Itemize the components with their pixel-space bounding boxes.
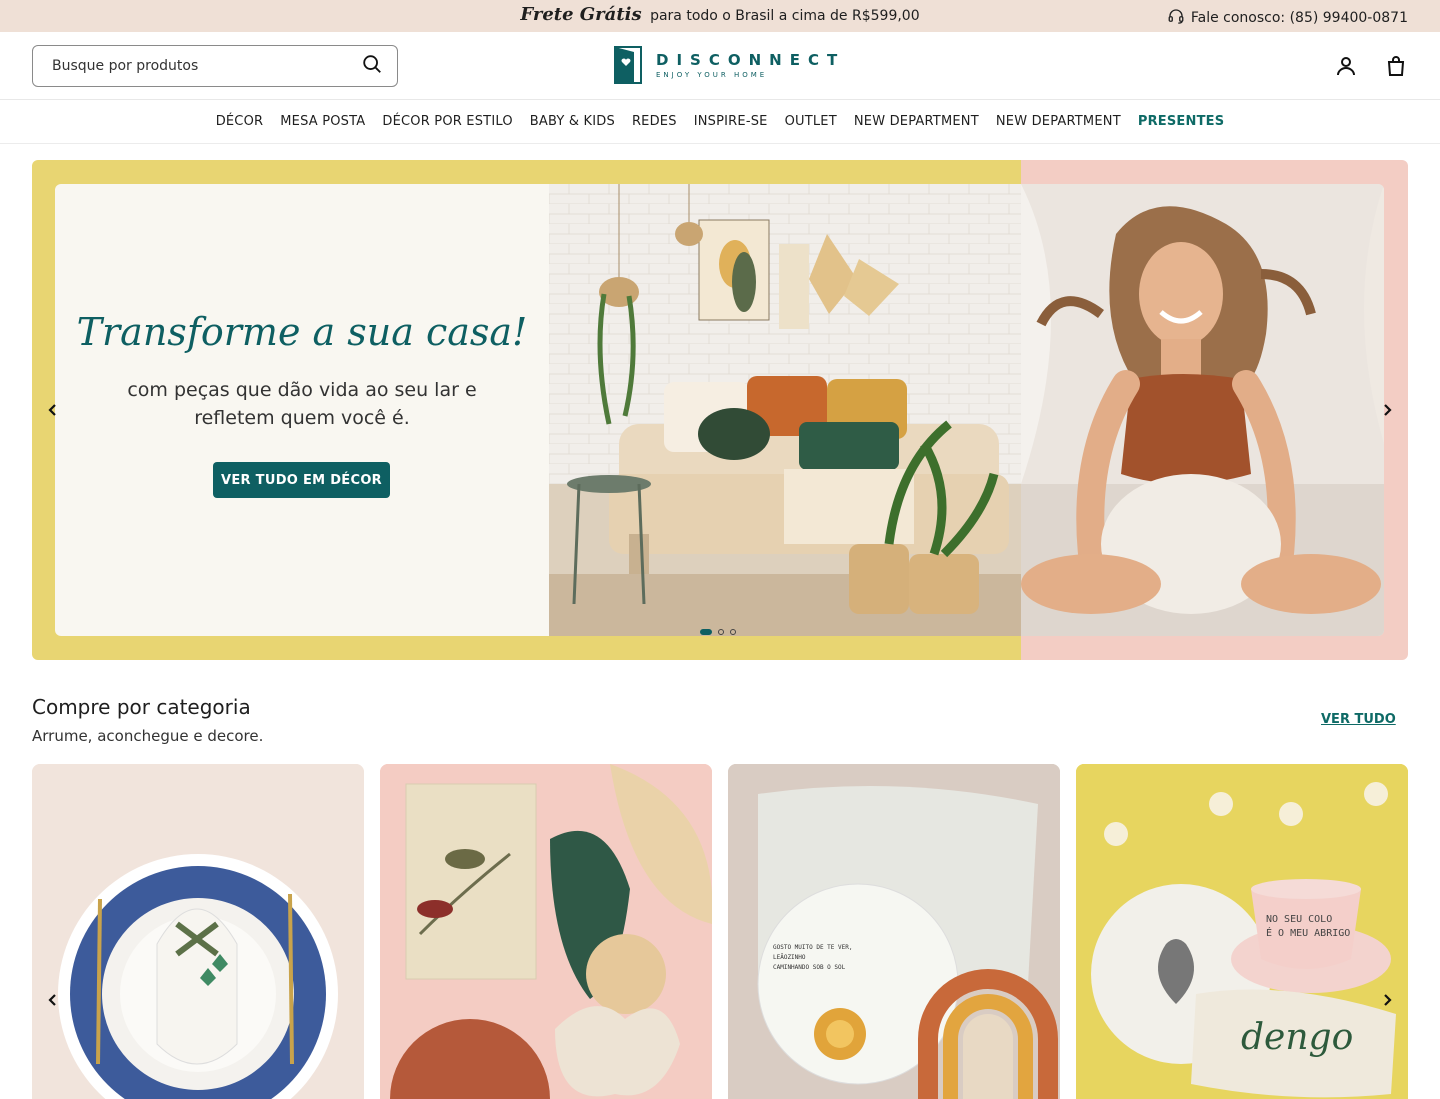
mug-text-line-1: NO SEU COLO (1266, 914, 1332, 925)
hero-title: Transforme a sua casa! (76, 310, 528, 354)
category-card-mesa[interactable] (32, 764, 364, 1099)
category-next-arrow-icon[interactable] (1375, 988, 1399, 1012)
free-shipping-text: para todo o Brasil a cima de R$599,00 (650, 8, 920, 24)
carousel-dot-3[interactable] (730, 629, 736, 635)
search-box[interactable] (32, 45, 398, 87)
bag-icon[interactable] (1384, 54, 1408, 82)
nav-item-decor-por-estilo[interactable]: DÉCOR POR ESTILO (382, 114, 512, 129)
nav-item-decor[interactable]: DÉCOR (216, 114, 264, 129)
free-shipping-script: Frete Grátis (520, 4, 642, 25)
contact-text: Fale conosco: (85) 99400-0871 (1190, 10, 1408, 26)
plate-text-line-3: CAMINHANDO SOB O SOL (773, 964, 846, 971)
hero-cta-button[interactable]: VER TUDO EM DÉCOR (213, 462, 390, 498)
hero-living-room-image (549, 184, 1021, 636)
contact-link[interactable]: Fale conosco: (85) 99400-0871 (1167, 7, 1408, 29)
nav-item-presentes[interactable]: PRESENTES (1138, 114, 1224, 129)
nav-item-inspire-se[interactable]: INSPIRE-SE (694, 114, 768, 129)
brand-tagline: ENJOY YOUR HOME (656, 71, 768, 79)
headset-icon (1167, 7, 1185, 29)
carousel-dot-1[interactable] (700, 629, 712, 635)
carousel-dot-2[interactable] (718, 629, 724, 635)
door-heart-logo-icon (614, 46, 646, 84)
promo-bar: Frete Grátis para todo o Brasil a cima d… (0, 0, 1440, 32)
brand-name: DISCONNECT (656, 51, 846, 69)
carousel-pagination (700, 629, 736, 635)
user-icon[interactable] (1334, 54, 1358, 82)
hero-next-arrow-icon[interactable] (1375, 398, 1399, 422)
hero-carousel: Transforme a sua casa! com peças que dão… (32, 160, 1408, 660)
category-section-subtitle: Arrume, aconchegue e decore. (32, 727, 264, 745)
nav-item-redes[interactable]: REDES (632, 114, 677, 129)
plate-text-line-1: GOSTO MUITO DE TE VER, (773, 944, 852, 951)
hero-subtitle: com peças que dão vida ao seu lar e refl… (127, 379, 477, 429)
nav-item-baby-kids[interactable]: BABY & KIDS (530, 114, 615, 129)
nav-item-outlet[interactable]: OUTLET (785, 114, 837, 129)
hero-text-card: Transforme a sua casa! com peças que dão… (55, 184, 549, 636)
category-section-title: Compre por categoria (32, 695, 251, 719)
category-card-presentes[interactable]: NO SEU COLO É O MEU ABRIGO dengo (1076, 764, 1408, 1099)
nav-item-mesa-posta[interactable]: MESA POSTA (280, 114, 365, 129)
main-nav: DÉCOR MESA POSTA DÉCOR POR ESTILO BABY &… (0, 100, 1440, 144)
mug-text-line-2: É O MEU ABRIGO (1266, 926, 1350, 939)
view-all-link[interactable]: VER TUDO (1321, 712, 1396, 727)
category-prev-arrow-icon[interactable] (41, 988, 65, 1012)
search-icon[interactable] (361, 53, 383, 79)
plate-text-line-2: LEÃOZINHO (773, 954, 806, 961)
category-card-decor[interactable] (380, 764, 712, 1099)
pillow-text: dengo (1241, 1017, 1353, 1058)
hero-prev-arrow-icon[interactable] (41, 398, 65, 422)
site-header: DISCONNECT ENJOY YOUR HOME (0, 32, 1440, 100)
nav-item-new-department-1[interactable]: NEW DEPARTMENT (854, 114, 979, 129)
nav-item-new-department-2[interactable]: NEW DEPARTMENT (996, 114, 1121, 129)
hero-woman-image (1021, 184, 1384, 636)
category-card-baby-kids[interactable]: GOSTO MUITO DE TE VER, LEÃOZINHO CAMINHA… (728, 764, 1060, 1099)
brand-logo[interactable]: DISCONNECT ENJOY YOUR HOME (614, 46, 845, 84)
search-input[interactable] (52, 58, 361, 74)
